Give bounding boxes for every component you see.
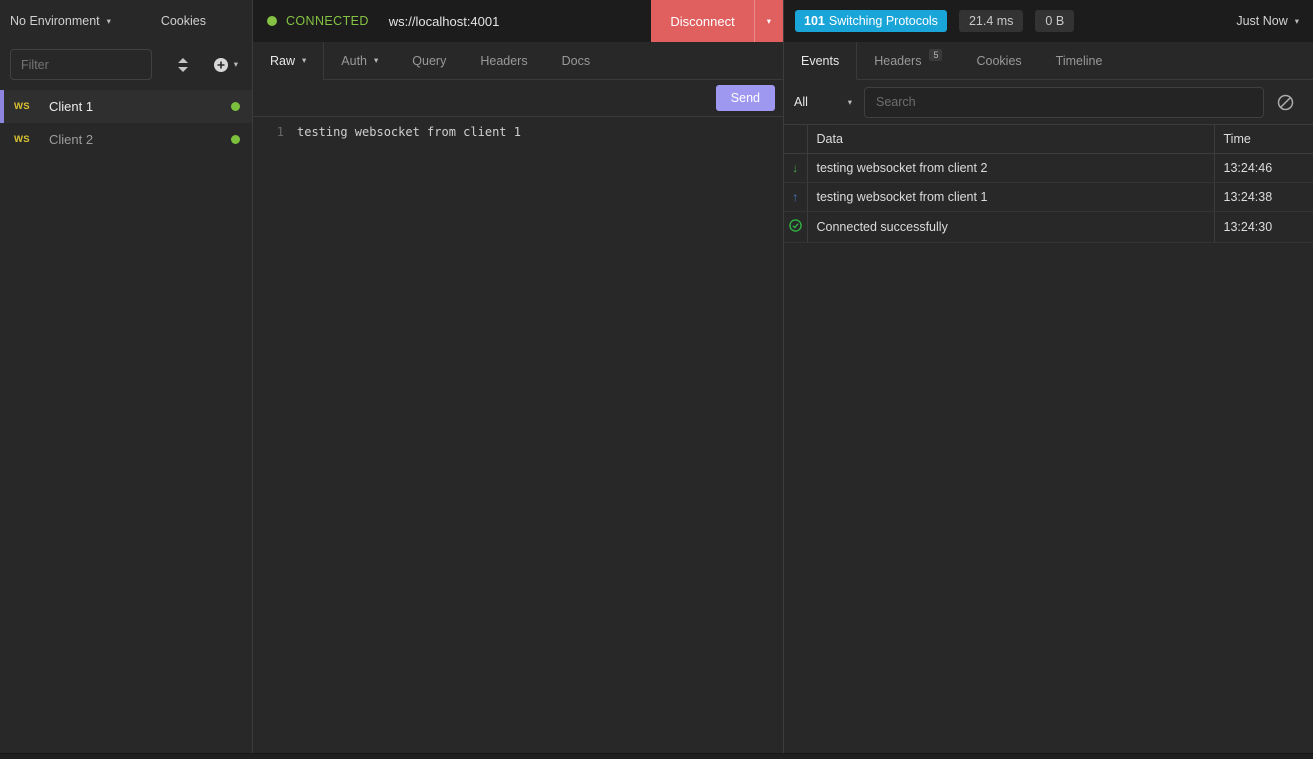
- tab-label: Raw: [270, 54, 295, 68]
- url-input[interactable]: ws://localhost:4001: [389, 14, 500, 29]
- event-row-connected[interactable]: Connected successfully 13:24:30: [784, 212, 1313, 243]
- recency-label: Just Now: [1236, 14, 1287, 28]
- tab-label: Query: [412, 54, 446, 68]
- tab-label: Headers: [874, 54, 921, 68]
- disconnect-button[interactable]: Disconnect: [651, 0, 753, 42]
- connection-status-dot: [231, 102, 240, 111]
- data-column-header: Data: [807, 125, 1214, 154]
- response-history-dropdown[interactable]: Just Now ▾: [1236, 14, 1299, 28]
- event-time: 13:24:46: [1214, 154, 1313, 183]
- send-button[interactable]: Send: [716, 85, 775, 111]
- event-row-sent[interactable]: ↑ testing websocket from client 1 13:24:…: [784, 183, 1313, 212]
- sort-button[interactable]: [172, 58, 195, 72]
- tab-label: Events: [801, 54, 839, 68]
- message-sent-icon: ↑: [792, 191, 798, 203]
- events-filter-row: All ▾: [784, 80, 1313, 124]
- chevron-down-icon: ▾: [374, 56, 378, 65]
- event-data: Connected successfully: [807, 212, 1214, 243]
- websocket-method-tag: WS: [14, 101, 49, 112]
- send-toolbar: Send: [253, 80, 783, 117]
- tab-headers[interactable]: Headers: [463, 42, 544, 79]
- tab-response-headers[interactable]: Headers 5: [857, 42, 959, 79]
- request-list: WS Client 1 WS Client 2: [0, 90, 252, 156]
- tab-auth[interactable]: Auth ▾: [324, 42, 395, 79]
- clear-events-button[interactable]: [1277, 94, 1294, 111]
- window-bottom-edge: [0, 753, 1313, 759]
- tab-label: Docs: [562, 54, 590, 68]
- filter-input[interactable]: [10, 49, 152, 80]
- headers-count-badge: 5: [929, 49, 942, 61]
- request-pane: CONNECTED ws://localhost:4001 Disconnect…: [253, 0, 784, 759]
- events-table-header: Data Time: [784, 125, 1313, 154]
- event-type-select[interactable]: All ▾: [794, 95, 852, 109]
- events-table: Data Time ↓ testing websocket from clien…: [784, 124, 1313, 243]
- event-row-received[interactable]: ↓ testing websocket from client 2 13:24:…: [784, 154, 1313, 183]
- chevron-down-icon: ▾: [1295, 17, 1299, 26]
- chevron-down-icon: ▾: [302, 56, 306, 65]
- websocket-method-tag: WS: [14, 134, 49, 145]
- ban-icon: [1277, 94, 1294, 111]
- response-time-badge: 21.4 ms: [959, 10, 1023, 32]
- tab-response-cookies[interactable]: Cookies: [959, 42, 1038, 79]
- environment-selector[interactable]: No Environment ▾: [10, 14, 111, 28]
- status-text: Switching Protocols: [829, 14, 938, 28]
- icon-column-header: [784, 125, 807, 154]
- event-data: testing websocket from client 2: [807, 154, 1214, 183]
- disconnect-options-button[interactable]: ▾: [754, 0, 783, 42]
- tab-events[interactable]: Events: [784, 42, 857, 80]
- message-body-editor[interactable]: 1 testing websocket from client 1: [253, 117, 783, 759]
- status-code: 101: [804, 14, 825, 28]
- cookies-button[interactable]: Cookies: [161, 14, 206, 28]
- response-tabstrip: Events Headers 5 Cookies Timeline: [784, 42, 1313, 80]
- sidebar-item-client-1[interactable]: WS Client 1: [0, 90, 252, 123]
- tab-label: Cookies: [976, 54, 1021, 68]
- request-tabstrip: Raw ▾ Auth ▾ Query Headers Docs: [253, 42, 783, 80]
- event-time: 13:24:30: [1214, 212, 1313, 243]
- chevron-down-icon: ▾: [107, 17, 111, 26]
- time-column-header: Time: [1214, 125, 1313, 154]
- url-bar: CONNECTED ws://localhost:4001 Disconnect…: [253, 0, 783, 42]
- tab-label: Timeline: [1056, 54, 1103, 68]
- event-type-value: All: [794, 95, 808, 109]
- connection-status-label: CONNECTED: [286, 14, 369, 28]
- chevron-down-icon: ▾: [848, 98, 852, 107]
- sidebar-item-client-2[interactable]: WS Client 2: [0, 123, 252, 156]
- response-pane: 101 Switching Protocols 21.4 ms 0 B Just …: [784, 0, 1313, 759]
- check-circle-icon: [789, 219, 802, 232]
- plus-circle-icon: [213, 57, 229, 73]
- event-time: 13:24:38: [1214, 183, 1313, 212]
- editor-content: testing websocket from client 1: [297, 125, 521, 759]
- response-meta-bar: 101 Switching Protocols 21.4 ms 0 B Just …: [784, 0, 1313, 42]
- tab-query[interactable]: Query: [395, 42, 463, 79]
- events-search-input[interactable]: [864, 87, 1264, 118]
- environment-label: No Environment: [10, 14, 100, 28]
- add-request-button[interactable]: ▾: [209, 57, 242, 73]
- request-name: Client 2: [49, 132, 93, 147]
- tab-label: Auth: [341, 54, 367, 68]
- chevron-down-icon: ▾: [767, 17, 771, 26]
- sidebar: No Environment ▾ Cookies: [0, 0, 253, 759]
- line-number: 1: [253, 125, 297, 759]
- tab-raw[interactable]: Raw ▾: [253, 42, 324, 80]
- tab-label: Headers: [480, 54, 527, 68]
- connection-status-dot: [231, 135, 240, 144]
- status-code-badge: 101 Switching Protocols: [795, 10, 947, 32]
- sidebar-filter-row: ▾: [0, 42, 252, 90]
- disconnect-button-group: Disconnect ▾: [651, 0, 783, 42]
- tab-timeline[interactable]: Timeline: [1039, 42, 1120, 79]
- tab-docs[interactable]: Docs: [545, 42, 607, 79]
- insomnia-window: No Environment ▾ Cookies: [0, 0, 1313, 759]
- response-size-badge: 0 B: [1035, 10, 1074, 32]
- request-name: Client 1: [49, 99, 93, 114]
- sort-icon: [177, 58, 189, 72]
- chevron-down-icon: ▾: [234, 60, 238, 69]
- connected-indicator-icon: [267, 16, 277, 26]
- message-received-icon: ↓: [792, 162, 798, 174]
- sidebar-header: No Environment ▾ Cookies: [0, 0, 252, 42]
- event-data: testing websocket from client 1: [807, 183, 1214, 212]
